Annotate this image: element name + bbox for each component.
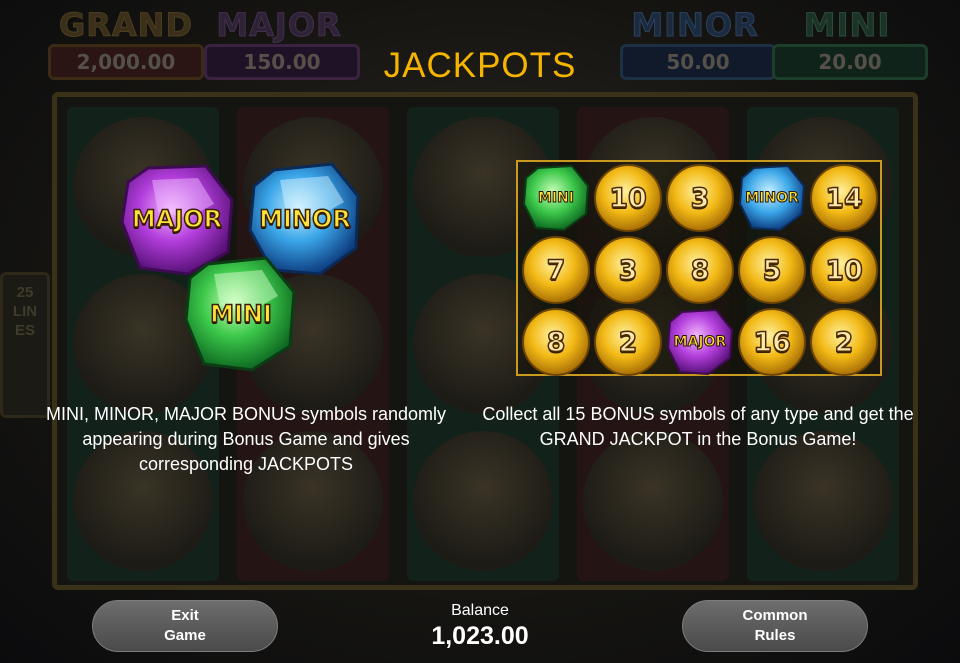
balance-label: Balance (451, 602, 509, 619)
bonus-coin: 16 (736, 306, 808, 378)
bonus-coin: 10 (592, 162, 664, 234)
bonus-gem-label: MINOR (745, 190, 800, 207)
common-rules-label-2: Rules (754, 627, 796, 644)
bonus-coin: 3 (592, 234, 664, 306)
bonus-coin-value: 5 (762, 254, 782, 287)
grand-jackpot-description: Collect all 15 BONUS symbols of any type… (482, 404, 914, 449)
bonus-coin: 8 (664, 234, 736, 306)
bonus-coin: 14 (808, 162, 880, 234)
bonus-coin: 3 (664, 162, 736, 234)
bonus-coin-value: 3 (690, 182, 710, 215)
bonus-coin-value: 10 (824, 254, 863, 287)
exit-game-label-2: Game (164, 627, 206, 644)
balance-display: Balance 1,023.00 (380, 601, 580, 651)
major-jackpot-name: MAJOR (216, 6, 342, 45)
mini-jackpot-name: MINI (803, 6, 891, 45)
reel-symbol (753, 431, 893, 571)
common-rules-label-1: Common (742, 607, 808, 624)
bonus-coin: 5 (736, 234, 808, 306)
bonus-gem-label: MINI (537, 190, 575, 207)
bonus-coin-value: 3 (618, 254, 638, 287)
bonus-coin: 8 (520, 306, 592, 378)
bonus-gem-major: MAJOR (664, 306, 736, 378)
common-rules-button[interactable]: Common Rules (682, 600, 868, 652)
bonus-coin: 2 (592, 306, 664, 378)
jackpot-description: MINI, MINOR, MAJOR BONUS symbols randoml… (45, 404, 447, 474)
grand-jackpot-name: GRAND (58, 6, 193, 45)
bonus-coin-value: 2 (834, 326, 854, 359)
reel-symbol (583, 431, 723, 571)
page-title: JACKPOTS (383, 46, 577, 85)
exit-game-label-1: Exit (171, 607, 199, 624)
balance-amount: 1,023.00 (431, 622, 529, 650)
bonus-coin: 10 (808, 234, 880, 306)
mini-gem: MINI (182, 254, 300, 374)
bonus-coin-value: 2 (618, 326, 638, 359)
bonus-coin-value: 8 (690, 254, 710, 287)
bonus-gem-label: MAJOR (673, 334, 727, 351)
bonus-coin-value: 10 (608, 182, 647, 215)
paylines-tag: 25 LINES (0, 272, 50, 418)
bonus-gem-minor: MINOR (736, 162, 808, 234)
bonus-coin: 7 (520, 234, 592, 306)
paylines-label: 25 LINES (12, 284, 38, 339)
minor-jackpot-name: MINOR (631, 6, 759, 45)
bonus-coin-value: 8 (546, 326, 566, 359)
bonus-gem-mini: MINI (520, 162, 592, 234)
mini-gem-label: MINI (209, 299, 272, 329)
bonus-coin-value: 14 (824, 182, 863, 215)
bonus-coin: 2 (808, 306, 880, 378)
bonus-grid-example: MINI 10 3 MINOR 14 7 3 8 5 10 8 2 MAJOR 16 2 (516, 160, 882, 376)
bonus-coin-value: 16 (752, 326, 791, 359)
exit-game-button[interactable]: Exit Game (92, 600, 278, 652)
bonus-coin-value: 7 (546, 254, 566, 287)
